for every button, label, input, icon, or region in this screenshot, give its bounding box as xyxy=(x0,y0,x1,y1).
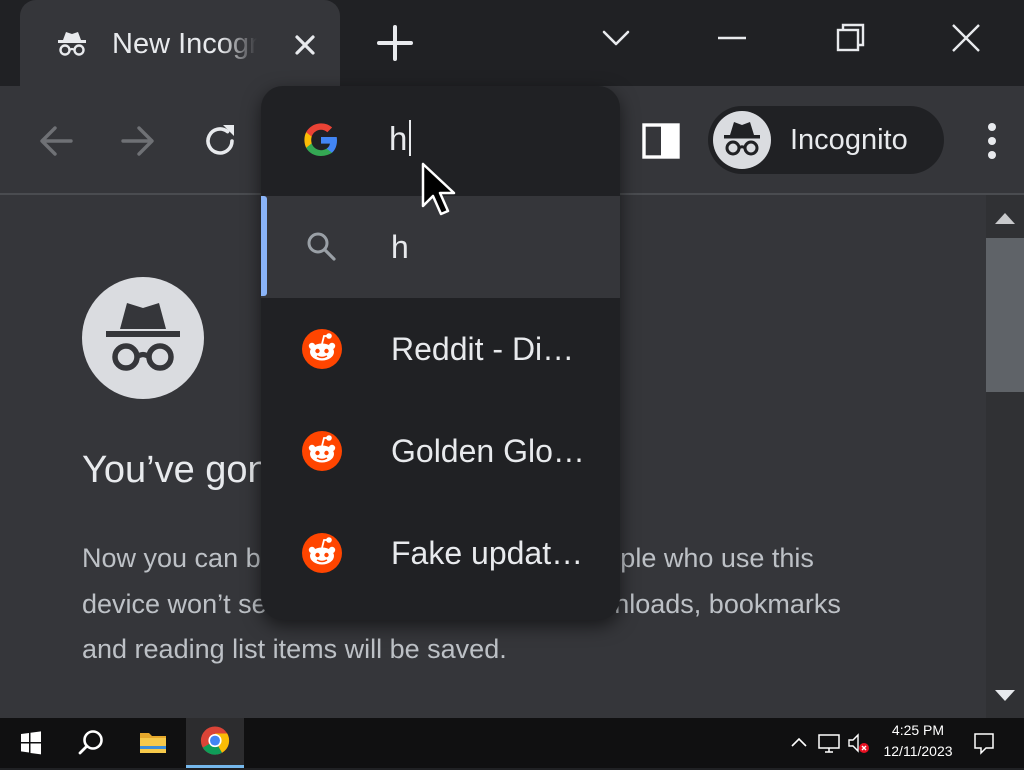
profile-label: Incognito xyxy=(790,124,908,156)
file-explorer-icon[interactable] xyxy=(124,718,182,768)
scroll-down-arrow-icon[interactable] xyxy=(990,684,1020,708)
incognito-icon xyxy=(106,303,180,371)
system-clock[interactable]: 4:25 PM 12/11/2023 xyxy=(870,720,966,762)
network-icon[interactable] xyxy=(816,730,842,756)
scroll-up-arrow-icon[interactable] xyxy=(990,206,1020,230)
new-tab-icon[interactable] xyxy=(374,22,416,64)
suggestion-text: Reddit - Di… xyxy=(391,331,575,367)
google-logo-icon xyxy=(304,123,337,156)
text-caret xyxy=(409,120,412,156)
omnibox-suggestion[interactable]: h xyxy=(261,196,620,298)
avatar xyxy=(713,111,771,169)
minimize-icon[interactable] xyxy=(712,18,752,58)
close-tab-icon[interactable] xyxy=(290,30,320,60)
side-panel-icon[interactable] xyxy=(640,120,682,162)
close-window-icon[interactable] xyxy=(946,18,986,58)
selection-accent xyxy=(261,196,267,296)
search-icon xyxy=(307,232,336,261)
forward-arrow-icon[interactable] xyxy=(117,120,159,162)
clock-date: 12/11/2023 xyxy=(883,743,953,759)
suggestion-text: h xyxy=(391,229,409,265)
omnibox-dropdown: h h Reddit - Di… Golden Glo… Fake updat… xyxy=(261,86,620,620)
incognito-icon xyxy=(58,32,86,56)
volume-muted-icon[interactable] xyxy=(846,730,872,756)
windows-start-icon[interactable] xyxy=(2,718,60,768)
reddit-icon xyxy=(302,431,342,471)
tab-search-chevron-icon[interactable] xyxy=(596,18,636,58)
incognito-icon xyxy=(724,122,760,156)
suggestion-text: Golden Glo… xyxy=(391,433,585,469)
incognito-logo xyxy=(82,277,204,399)
notifications-icon[interactable] xyxy=(972,730,996,756)
tab-title: New Incognito Tab xyxy=(112,28,257,60)
suggestion-text: Fake updat… xyxy=(391,535,584,571)
restore-icon[interactable] xyxy=(830,18,870,58)
more-vert-icon[interactable] xyxy=(972,118,1012,164)
omnibox-suggestion[interactable]: Golden Glo… xyxy=(261,400,620,502)
show-hidden-icons-chevron-icon[interactable] xyxy=(788,730,810,756)
reload-icon[interactable] xyxy=(199,120,241,162)
scrollbar-thumb[interactable] xyxy=(986,238,1024,392)
back-arrow-icon[interactable] xyxy=(35,120,77,162)
taskbar-chrome-button[interactable] xyxy=(186,718,244,768)
reddit-icon xyxy=(302,329,342,369)
search-icon[interactable] xyxy=(62,718,120,768)
chrome-icon xyxy=(200,726,230,755)
tab-new-incognito[interactable]: New Incognito Tab xyxy=(20,0,340,86)
reddit-icon xyxy=(302,533,342,573)
address-bar-input[interactable]: h xyxy=(389,114,589,164)
omnibox-suggestion[interactable]: Reddit - Di… xyxy=(261,298,620,400)
clock-time: 4:25 PM xyxy=(891,722,945,738)
profile-incognito-button[interactable]: Incognito xyxy=(708,106,944,174)
omnibox-suggestion[interactable]: Fake updat… xyxy=(261,502,620,604)
